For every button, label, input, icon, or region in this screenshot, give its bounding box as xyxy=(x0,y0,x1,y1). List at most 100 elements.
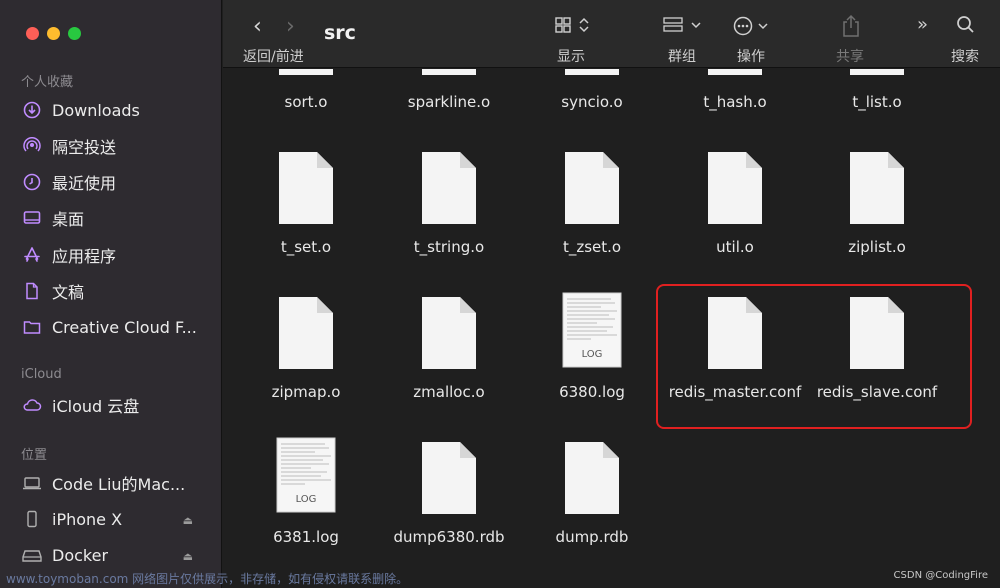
file-item[interactable]: t_list.o xyxy=(802,69,952,111)
file-name: t_list.o xyxy=(852,93,902,111)
file-item[interactable]: t_set.o xyxy=(231,150,381,256)
sidebar-section-locations: 位置 xyxy=(21,448,48,463)
log-badge: LOG xyxy=(295,494,317,505)
sidebar-item-label: iCloud 云盘 xyxy=(52,397,140,416)
action-icon[interactable] xyxy=(733,14,775,42)
document-icon xyxy=(420,440,478,516)
watermark-right: CSDN @CodingFire xyxy=(893,570,988,581)
eject-icon[interactable]: ⏏ xyxy=(183,514,193,527)
action-label: 操作 xyxy=(737,49,765,65)
sidebar: 个人收藏 Downloads 隔空投送 最近使用 桌面 应用程序 文稿 Crea… xyxy=(0,0,222,588)
drive-icon xyxy=(22,545,42,565)
cloud-icon xyxy=(22,395,42,415)
search-label: 搜索 xyxy=(951,49,979,65)
file-name: sort.o xyxy=(284,93,328,111)
sidebar-item-label: 最近使用 xyxy=(52,174,117,193)
file-name: syncio.o xyxy=(561,93,623,111)
sidebar-item-desktop[interactable]: 桌面 xyxy=(22,204,217,232)
document-icon xyxy=(563,440,621,516)
file-item[interactable]: LOG 6381.log xyxy=(231,436,381,546)
file-name: dump.rdb xyxy=(555,528,629,546)
document-icon xyxy=(277,295,335,371)
file-name: 6380.log xyxy=(559,383,625,401)
file-item[interactable]: t_zset.o xyxy=(517,150,667,256)
sidebar-section-favorites: 个人收藏 xyxy=(21,75,74,90)
sidebar-item-icloud-drive[interactable]: iCloud 云盘 xyxy=(22,391,217,419)
log-document-icon: LOG xyxy=(561,291,623,369)
sidebar-item-label: 桌面 xyxy=(52,210,85,229)
sidebar-item-applications[interactable]: 应用程序 xyxy=(22,241,217,269)
sidebar-item-label: 隔空投送 xyxy=(52,138,117,157)
file-item[interactable]: LOG 6380.log xyxy=(517,291,667,401)
sidebar-item-label: Creative Cloud F... xyxy=(52,317,197,337)
sidebar-item-airdrop[interactable]: 隔空投送 xyxy=(22,132,217,160)
window-controls xyxy=(26,27,81,40)
file-item[interactable]: t_string.o xyxy=(374,150,524,256)
group-label: 群组 xyxy=(668,49,696,65)
sidebar-item-mac[interactable]: Code Liu的Mac... xyxy=(22,469,217,497)
log-document-icon: LOG xyxy=(275,436,337,514)
document-icon xyxy=(420,69,478,77)
eject-icon[interactable]: ⏏ xyxy=(183,550,193,563)
sidebar-item-label: Downloads xyxy=(52,100,140,120)
sidebar-section-icloud: iCloud xyxy=(21,367,62,382)
finder-window: 个人收藏 Downloads 隔空投送 最近使用 桌面 应用程序 文稿 Crea… xyxy=(0,0,1000,588)
airdrop-icon xyxy=(22,136,42,156)
file-name: sparkline.o xyxy=(407,93,491,111)
grid-view-icon[interactable] xyxy=(555,14,593,40)
more-chevrons-icon[interactable]: » xyxy=(917,14,928,35)
file-item[interactable]: sparkline.o xyxy=(374,69,524,111)
folder-icon xyxy=(22,317,42,337)
document-icon xyxy=(563,150,621,226)
group-icon[interactable] xyxy=(663,14,705,40)
forward-arrow-icon[interactable]: › xyxy=(286,14,295,39)
file-name: 6381.log xyxy=(273,528,339,546)
back-arrow-icon[interactable]: ‹ xyxy=(253,14,262,39)
download-icon xyxy=(22,100,42,120)
laptop-icon xyxy=(22,473,42,493)
file-name: util.o xyxy=(716,238,754,256)
sidebar-item-label: 应用程序 xyxy=(52,247,117,266)
file-name: dump6380.rdb xyxy=(393,528,505,546)
sidebar-item-creative-cloud[interactable]: Creative Cloud F... xyxy=(22,313,217,341)
file-item[interactable]: ziplist.o xyxy=(802,150,952,256)
file-item[interactable]: util.o xyxy=(660,150,810,256)
phone-icon xyxy=(22,509,42,529)
sidebar-item-label: Docker xyxy=(52,545,109,565)
apps-icon xyxy=(22,245,42,265)
close-button[interactable] xyxy=(26,27,39,40)
file-name: ziplist.o xyxy=(848,238,906,256)
document-icon xyxy=(706,69,764,77)
watermark-left: www.toymoban.com 网络图片仅供展示，非存储，如有侵权请联系删除。 xyxy=(6,572,409,586)
document-icon xyxy=(420,150,478,226)
file-item[interactable]: zmalloc.o xyxy=(374,295,524,401)
file-item[interactable]: zipmap.o xyxy=(231,295,381,401)
file-name: t_set.o xyxy=(280,238,332,256)
sidebar-item-recents[interactable]: 最近使用 xyxy=(22,168,217,196)
zoom-button[interactable] xyxy=(68,27,81,40)
back-forward-label: 返回/前进 xyxy=(243,49,304,65)
file-item[interactable]: dump6380.rdb xyxy=(374,440,524,546)
sidebar-item-documents[interactable]: 文稿 xyxy=(22,277,217,305)
file-item[interactable]: t_hash.o xyxy=(660,69,810,111)
document-icon xyxy=(848,69,906,77)
document-icon xyxy=(277,150,335,226)
document-icon xyxy=(420,295,478,371)
sidebar-item-label: iPhone X xyxy=(52,509,123,529)
file-item[interactable]: sort.o xyxy=(231,69,381,111)
file-item[interactable]: dump.rdb xyxy=(517,440,667,546)
clock-icon xyxy=(22,172,42,192)
file-item[interactable]: syncio.o xyxy=(517,69,667,111)
share-label: 共享 xyxy=(836,49,864,65)
minimize-button[interactable] xyxy=(47,27,60,40)
file-grid: sort.o sparkline.o syncio.o t_hash.o t_l… xyxy=(223,69,1000,588)
sidebar-item-label: 文稿 xyxy=(52,283,85,302)
share-icon[interactable] xyxy=(841,14,861,42)
file-name: t_string.o xyxy=(413,238,485,256)
red-highlight-box xyxy=(656,284,972,429)
view-label: 显示 xyxy=(557,49,585,65)
toolbar: ‹ › src 返回/前进 显示 群组 操作 共享 » 搜索 xyxy=(223,0,1000,68)
search-icon[interactable] xyxy=(956,14,976,40)
sidebar-item-downloads[interactable]: Downloads xyxy=(22,96,217,124)
document-icon xyxy=(277,69,335,77)
